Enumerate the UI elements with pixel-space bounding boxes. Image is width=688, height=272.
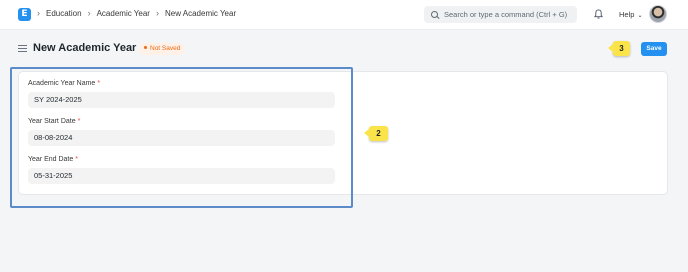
status-label: Not Saved	[150, 45, 181, 52]
save-button[interactable]: Save	[641, 42, 667, 56]
search-placeholder: Search or type a command (Ctrl + G)	[444, 10, 568, 19]
hamburger-icon[interactable]	[18, 45, 27, 52]
breadcrumb-education[interactable]: Education	[46, 9, 82, 18]
status-badge: Not Saved	[139, 43, 186, 55]
chevron-right-icon: ›	[155, 8, 159, 18]
page-title: New Academic Year	[33, 42, 137, 54]
breadcrumb-new-academic-year[interactable]: New Academic Year	[165, 9, 236, 18]
form-highlight-box	[10, 67, 353, 208]
search-icon	[431, 10, 439, 19]
chevron-right-icon: ›	[37, 8, 40, 18]
help-label: Help	[619, 10, 635, 19]
avatar[interactable]	[649, 5, 667, 23]
search-bar[interactable]: Search or type a command (Ctrl + G)	[424, 6, 577, 23]
help-menu[interactable]: Help ⌄	[619, 10, 643, 19]
chevron-down-icon: ⌄	[637, 13, 643, 19]
app-logo[interactable]: E	[18, 8, 31, 21]
bell-icon[interactable]	[594, 9, 603, 19]
breadcrumb: › Education › Academic Year › New Academ…	[37, 8, 242, 18]
callout-2: 2	[364, 126, 388, 141]
chevron-right-icon: ›	[87, 8, 91, 18]
status-dot-icon	[144, 45, 147, 49]
breadcrumb-academic-year[interactable]: Academic Year	[97, 9, 150, 18]
navbar: E › Education › Academic Year › New Acad…	[0, 0, 688, 30]
callout-3: 3	[608, 41, 630, 56]
